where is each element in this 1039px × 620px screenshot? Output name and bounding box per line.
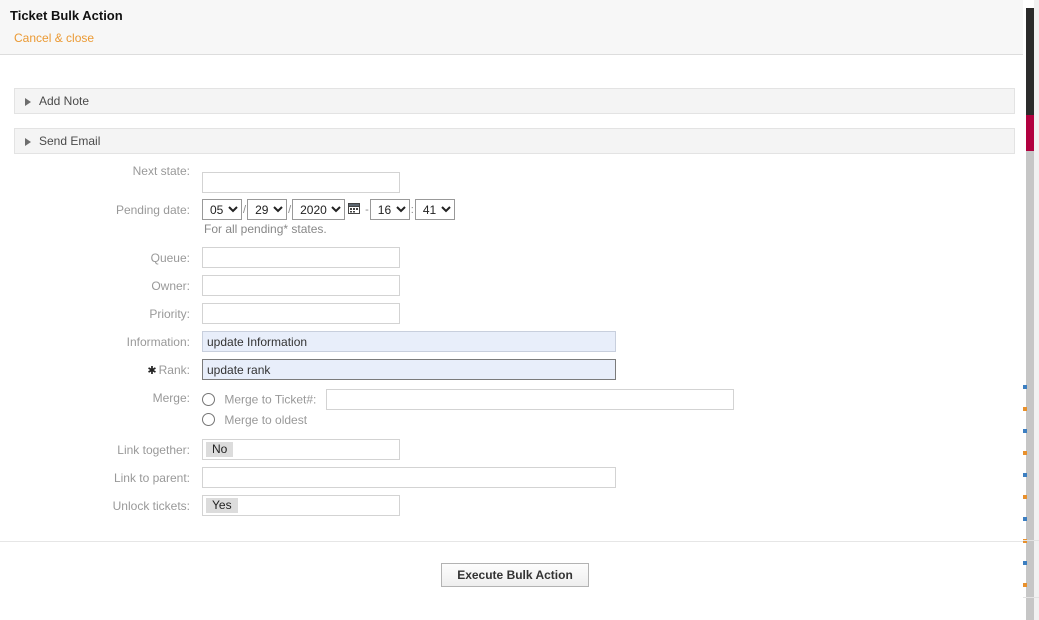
- row-owner: Owner:: [0, 270, 1023, 298]
- row-link-together: Link together: No: [0, 434, 1023, 462]
- background-dark-band: [1026, 8, 1034, 115]
- accordion-add-note[interactable]: Add Note: [14, 88, 1015, 114]
- link-together-select[interactable]: No: [202, 439, 400, 460]
- rank-label: ✱Rank:: [0, 363, 190, 377]
- required-marker-icon: ✱: [147, 365, 156, 377]
- execute-bulk-action-button[interactable]: Execute Bulk Action: [441, 563, 589, 587]
- unlock-tickets-select[interactable]: Yes: [202, 495, 400, 516]
- accordion-send-email-label: Send Email: [39, 134, 100, 148]
- priority-label: Priority:: [0, 307, 190, 321]
- triangle-right-icon: [25, 98, 31, 106]
- next-state-label: Next state:: [0, 164, 190, 178]
- row-merge-oldest: Merge to oldest: [0, 405, 1023, 434]
- information-input[interactable]: [202, 331, 616, 352]
- cancel-and-close-link[interactable]: Cancel & close: [14, 31, 94, 45]
- rank-label-text: Rank:: [159, 363, 190, 377]
- row-information: Information:: [0, 326, 1023, 354]
- page-title: Ticket Bulk Action: [10, 8, 123, 23]
- triangle-right-icon: [25, 138, 31, 146]
- accordion-send-email[interactable]: Send Email: [14, 128, 1015, 154]
- merge-to-oldest-label: Merge to oldest: [224, 413, 307, 427]
- row-unlock-tickets: Unlock tickets: Yes: [0, 490, 1023, 518]
- link-together-label: Link together:: [0, 443, 190, 457]
- footer-divider: [0, 541, 1023, 542]
- unlock-tickets-value: Yes: [206, 498, 238, 513]
- row-merge: Merge: Merge to Ticket#:: [0, 382, 1023, 405]
- panel-header: Ticket Bulk Action Cancel & close: [0, 0, 1023, 55]
- merge-to-oldest-option[interactable]: Merge to oldest: [202, 412, 307, 427]
- row-link-to-parent: Link to parent:: [0, 462, 1023, 490]
- row-pending-date: Pending date: 010203040506070809101112/2…: [0, 190, 1023, 214]
- link-to-parent-input[interactable]: [202, 467, 616, 488]
- owner-input[interactable]: [202, 275, 400, 296]
- link-together-value: No: [206, 442, 233, 457]
- priority-input[interactable]: [202, 303, 400, 324]
- row-rank: ✱Rank:: [0, 354, 1023, 382]
- owner-label: Owner:: [0, 279, 190, 293]
- row-pending-hint: For all pending* states.: [0, 214, 1023, 242]
- background-scrollbar-track[interactable]: [1034, 0, 1039, 620]
- queue-label: Queue:: [0, 251, 190, 265]
- merge-to-oldest-radio[interactable]: [202, 413, 215, 426]
- accordion-add-note-label: Add Note: [39, 94, 89, 108]
- bulk-action-panel: Ticket Bulk Action Cancel & close Add No…: [0, 0, 1023, 620]
- link-to-parent-label: Link to parent:: [0, 471, 190, 485]
- row-priority: Priority:: [0, 298, 1023, 326]
- row-next-state: Next state:: [0, 160, 1023, 190]
- merge-label: Merge:: [0, 391, 190, 405]
- queue-input[interactable]: [202, 247, 400, 268]
- bulk-action-form: Next state: Pending date: 01020304050607…: [0, 160, 1023, 518]
- pending-date-hint: For all pending* states.: [204, 222, 327, 236]
- unlock-tickets-label: Unlock tickets:: [0, 499, 190, 513]
- rank-input[interactable]: [202, 359, 616, 380]
- background-crimson-band: [1026, 115, 1034, 151]
- row-queue: Queue:: [0, 242, 1023, 270]
- background-scrollbar-thumb[interactable]: [1026, 151, 1034, 620]
- information-label: Information:: [0, 335, 190, 349]
